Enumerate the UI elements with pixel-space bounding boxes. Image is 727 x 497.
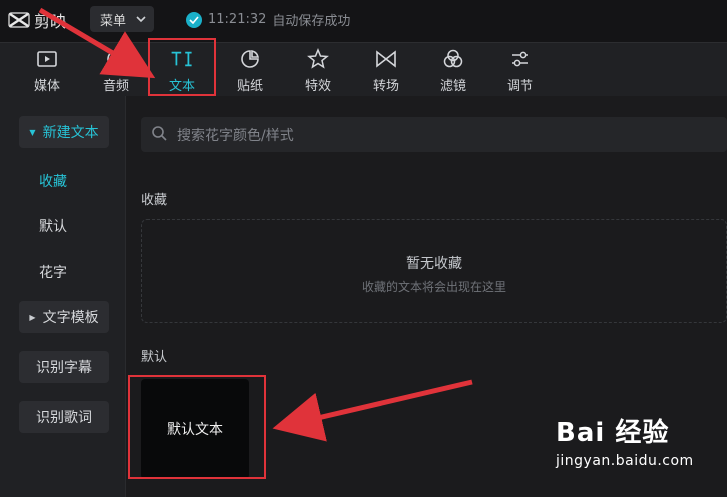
watermark-logo: Bai 经验 <box>556 412 727 449</box>
annotation-arrow-to-text-tab <box>38 7 156 79</box>
baidu-jingyan-watermark: Bai 经验 jingyan.baidu.com <box>556 412 727 497</box>
watermark-brand: Bai 经验 <box>556 418 670 448</box>
annotation-arrow-to-default-card <box>272 379 473 442</box>
watermark-url: jingyan.baidu.com <box>556 453 694 469</box>
